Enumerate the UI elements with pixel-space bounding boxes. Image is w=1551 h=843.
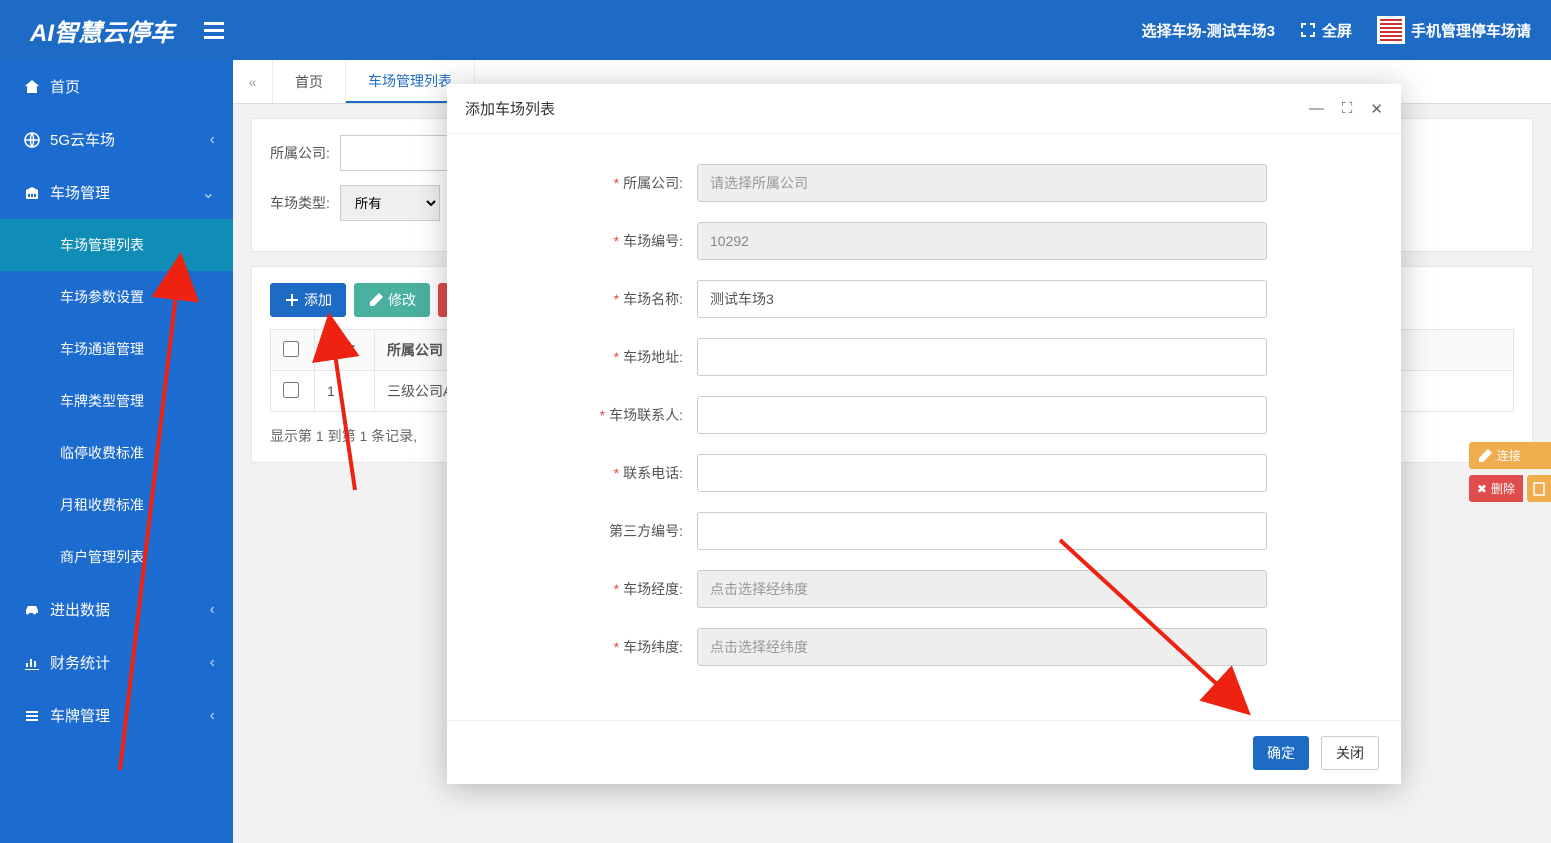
select-park-button[interactable]: 选择车场-测试车场3 — [1142, 20, 1275, 41]
expand-icon — [1300, 22, 1316, 38]
input-parkno[interactable] — [697, 222, 1267, 260]
nav-home[interactable]: 首页 — [0, 60, 233, 113]
edit-icon — [1477, 448, 1493, 464]
label-contact: *车场联系人: — [487, 405, 697, 425]
edit-label: 修改 — [388, 290, 416, 310]
filter-company-label: 所属公司: — [270, 143, 330, 163]
mobile-mgmt-label: 手机管理停车场请 — [1411, 20, 1531, 41]
nav-finance[interactable]: 财务统计 — [0, 636, 233, 689]
add-label: 添加 — [304, 290, 332, 310]
label-company: *所属公司: — [487, 173, 697, 193]
input-contact[interactable] — [697, 396, 1267, 434]
close-icon[interactable]: ✕ — [1370, 100, 1383, 118]
fullscreen-button[interactable]: 全屏 — [1300, 20, 1352, 41]
row-checkbox[interactable] — [283, 382, 299, 398]
plus-icon — [284, 292, 300, 308]
input-phone[interactable] — [697, 454, 1267, 492]
select-all-checkbox[interactable] — [283, 341, 299, 357]
mobile-mgmt-button[interactable]: 手机管理停车场请 — [1377, 16, 1531, 44]
nav-finance-label: 财务统计 — [50, 652, 110, 673]
nav-plate-mgmt[interactable]: 车牌管理 — [0, 689, 233, 742]
modal-header: 添加车场列表 — ⛶ ✕ — [447, 84, 1401, 134]
extra-badge[interactable] — [1527, 475, 1551, 502]
close-button[interactable]: 关闭 — [1321, 736, 1379, 770]
cell-rowno: 1 — [315, 371, 375, 412]
top-header: AI智慧云停车 选择车场-测试车场3 全屏 手机管理停车场请 — [0, 0, 1551, 60]
label-address: *车场地址: — [487, 347, 697, 367]
nav-5g-cloud[interactable]: 5G云车场 — [0, 113, 233, 166]
subnav-park-params[interactable]: 车场参数设置 — [0, 271, 233, 323]
car-icon — [24, 602, 40, 618]
label-parkno: *车场编号: — [487, 231, 697, 251]
maximize-icon[interactable]: ⛶ — [1342, 100, 1353, 118]
nav-inout-data[interactable]: 进出数据 — [0, 583, 233, 636]
fullscreen-label: 全屏 — [1322, 20, 1352, 41]
subnav-month-fee[interactable]: 月租收费标准 — [0, 479, 233, 531]
delete-badge[interactable]: ✖ 删除 — [1469, 475, 1523, 502]
sidebar: 首页 5G云车场 车场管理 车场管理列表 车场参数设置 车场通道管理 车牌类型管… — [0, 60, 233, 843]
connect-badge[interactable]: 连接 — [1469, 442, 1551, 469]
qrcode-icon — [1377, 16, 1405, 44]
input-company[interactable] — [697, 164, 1267, 202]
tab-home[interactable]: 首页 — [273, 60, 346, 103]
label-phone: *联系电话: — [487, 463, 697, 483]
input-lng[interactable] — [697, 570, 1267, 608]
filter-type-select[interactable]: 所有 — [340, 185, 440, 221]
connect-label: 连接 — [1497, 447, 1521, 464]
globe-icon — [24, 132, 40, 148]
label-lat: *车场纬度: — [487, 637, 697, 657]
nav-inout-label: 进出数据 — [50, 599, 110, 620]
delete-label: 删除 — [1491, 480, 1515, 497]
ok-button[interactable]: 确定 — [1253, 736, 1309, 770]
nav-5g-label: 5G云车场 — [50, 129, 115, 150]
modal-footer: 确定 关闭 — [447, 720, 1401, 784]
right-edge-badges: 连接 ✖ 删除 — [1469, 442, 1551, 502]
subnav-temp-fee[interactable]: 临停收费标准 — [0, 427, 233, 479]
label-lng: *车场经度: — [487, 579, 697, 599]
input-thirdno[interactable] — [697, 512, 1267, 550]
minimize-icon[interactable]: — — [1309, 100, 1324, 118]
input-address[interactable] — [697, 338, 1267, 376]
misc-icon — [1531, 481, 1547, 497]
col-rowno: 行数 — [315, 330, 375, 371]
label-parkname: *车场名称: — [487, 289, 697, 309]
subnav-channel-mgmt[interactable]: 车场通道管理 — [0, 323, 233, 375]
add-button[interactable]: 添加 — [270, 283, 346, 317]
add-park-modal: 添加车场列表 — ⛶ ✕ *所属公司: *车场编号: *车场名称: *车场地址:… — [447, 84, 1401, 784]
nav-park-mgmt-label: 车场管理 — [50, 182, 110, 203]
hamburger-icon[interactable] — [194, 22, 224, 39]
input-lat[interactable] — [697, 628, 1267, 666]
subnav-park-list[interactable]: 车场管理列表 — [0, 219, 233, 271]
nav-home-label: 首页 — [50, 76, 80, 97]
filter-type-label: 车场类型: — [270, 193, 330, 213]
nav-plate-label: 车牌管理 — [50, 705, 110, 726]
x-icon: ✖ — [1477, 482, 1487, 496]
label-thirdno: 第三方编号: — [487, 521, 697, 541]
home-icon — [24, 79, 40, 95]
input-parkname[interactable] — [697, 280, 1267, 318]
subnav-plate-type[interactable]: 车牌类型管理 — [0, 375, 233, 427]
list-icon — [24, 708, 40, 724]
building-icon — [24, 185, 40, 201]
subnav-merchant[interactable]: 商户管理列表 — [0, 531, 233, 583]
edit-icon — [368, 292, 384, 308]
modal-title: 添加车场列表 — [465, 98, 1309, 119]
modal-body: *所属公司: *车场编号: *车场名称: *车场地址: *车场联系人: *联系电… — [447, 134, 1401, 720]
app-logo: AI智慧云停车 — [10, 13, 194, 48]
chart-icon — [24, 655, 40, 671]
edit-button[interactable]: 修改 — [354, 283, 430, 317]
tab-scroll-left[interactable]: « — [233, 60, 273, 103]
nav-park-mgmt[interactable]: 车场管理 — [0, 166, 233, 219]
